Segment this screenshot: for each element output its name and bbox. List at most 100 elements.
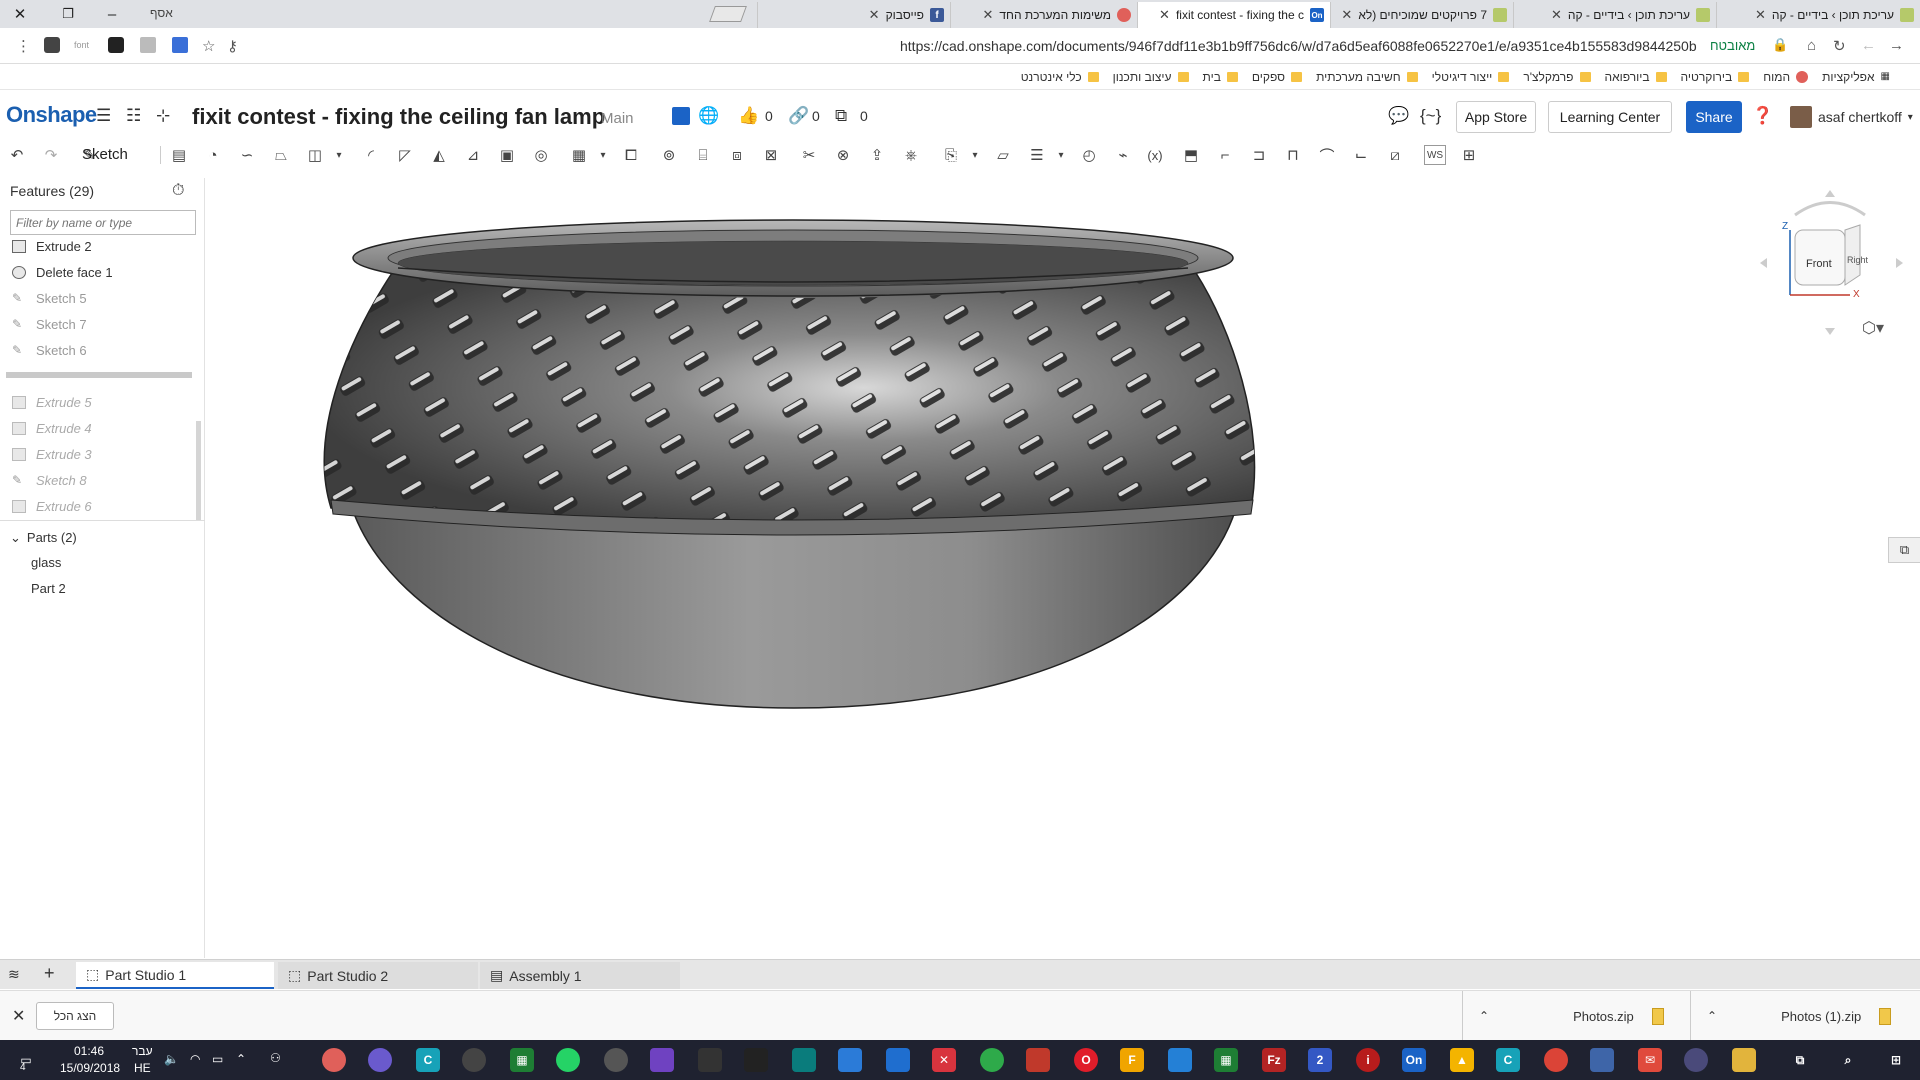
gmail-icon[interactable]: ✉ — [1638, 1048, 1662, 1072]
people-icon[interactable]: ⚇ — [270, 1051, 281, 1065]
mirror-icon[interactable]: ⧠ — [620, 145, 642, 165]
clock-date[interactable]: 15/09/2018 — [60, 1061, 120, 1075]
app-icon[interactable] — [604, 1048, 628, 1072]
bookmark-folder[interactable]: בירוקרטיה — [1681, 70, 1750, 84]
undo-icon[interactable]: ↶ — [6, 145, 28, 165]
forward-icon[interactable]: ← — [1861, 37, 1876, 54]
insert-icon[interactable]: ⊹ — [156, 106, 170, 126]
variable-icon[interactable]: (x) — [1144, 145, 1166, 165]
inkscape-icon[interactable] — [744, 1048, 768, 1072]
browser-tab[interactable]: משימות המערכת החד ✕ — [950, 2, 1137, 28]
feature-filter-input[interactable] — [10, 210, 196, 235]
app-icon[interactable] — [1590, 1048, 1614, 1072]
wifi-icon[interactable]: ◠ — [190, 1052, 200, 1066]
view-options-icon[interactable]: ⬡▾ — [1862, 318, 1884, 338]
help-icon[interactable]: ❓ — [1752, 106, 1773, 126]
chevron-down-icon[interactable]: ▾ — [1050, 145, 1072, 165]
learning-icon[interactable] — [672, 107, 690, 125]
chevron-down-icon[interactable]: ▾ — [964, 145, 986, 165]
tab-close-icon[interactable]: ✕ — [982, 7, 993, 23]
delete-face-icon[interactable]: ⊗ — [832, 145, 854, 165]
language-bottom[interactable]: HE — [134, 1061, 151, 1075]
app-icon[interactable] — [792, 1048, 816, 1072]
rollback-bar[interactable] — [6, 372, 192, 378]
app-icon[interactable] — [1684, 1048, 1708, 1072]
browser-tab[interactable]: עריכת תוכן › בידיים - קה ✕ — [1513, 2, 1716, 28]
tab-close-icon[interactable]: ✕ — [1551, 7, 1562, 23]
chrome-icon[interactable] — [1544, 1048, 1568, 1072]
redo-icon[interactable]: ↷ — [40, 145, 62, 165]
search-icon[interactable]: ⌕ — [1836, 1048, 1860, 1072]
add-custom-feature-icon[interactable]: ⊞ — [1458, 145, 1480, 165]
view-cube[interactable]: Front Right Z X — [1755, 185, 1905, 335]
onshape-icon[interactable]: On — [1402, 1048, 1426, 1072]
offset-surface-icon[interactable]: ⎘ — [940, 145, 962, 165]
file-explorer-icon[interactable] — [1732, 1048, 1756, 1072]
appearance-panel-icon[interactable]: ⧉ — [1888, 537, 1920, 563]
home-icon[interactable]: ⌂ — [1807, 37, 1816, 54]
new-tab-button[interactable] — [709, 6, 747, 22]
feature-item[interactable]: ✎ Sketch 7 — [12, 313, 87, 335]
tab-close-icon[interactable]: ✕ — [1341, 7, 1352, 23]
learning-center-button[interactable]: Learning Center — [1548, 101, 1672, 133]
parts-header[interactable]: ⌄ Parts (2) — [10, 530, 77, 546]
extension-icon[interactable] — [140, 37, 156, 53]
restore-window-icon[interactable]: ❐ — [48, 0, 88, 28]
features-header[interactable]: Features (29) — [10, 183, 94, 199]
tab-manager-icon[interactable]: ≋ — [8, 966, 20, 983]
secure-label[interactable]: מאובטח — [1710, 38, 1755, 53]
feature-item[interactable]: Delete face 1 — [12, 261, 113, 283]
sweep-icon[interactable]: ∽ — [236, 145, 258, 165]
feature-item-suppressed[interactable]: Extrude 5 — [12, 391, 92, 413]
graphics-viewport[interactable] — [206, 178, 1920, 958]
sheet-metal-icon[interactable]: ⬒ — [1180, 145, 1202, 165]
like-icon[interactable]: 👍 — [738, 106, 759, 126]
mate-connector-icon[interactable]: ☰ — [1026, 145, 1048, 165]
chevron-down-icon[interactable]: ▾ — [328, 145, 350, 165]
feature-list-scrollbar[interactable] — [196, 421, 201, 521]
c-app-icon[interactable]: C — [1496, 1048, 1520, 1072]
sketch-button[interactable]: Sketch — [82, 146, 128, 163]
link-icon[interactable]: 🔗 — [788, 106, 809, 126]
transform-icon[interactable]: ⧈ — [726, 145, 748, 165]
chamfer-icon[interactable]: ◸ — [394, 145, 416, 165]
tab-part-studio-1[interactable]: ⬚ Part Studio 1 — [76, 962, 274, 989]
battery-icon[interactable]: ▭ — [212, 1052, 223, 1066]
rib-icon[interactable]: ⊿ — [462, 145, 484, 165]
minimize-window-icon[interactable]: – — [92, 0, 132, 28]
thicken-icon[interactable]: ◫ — [304, 145, 326, 165]
document-title[interactable]: fixit contest - fixing the ceiling fan l… — [192, 104, 605, 130]
bookmark-folder[interactable]: כלי אינטרנט — [1021, 70, 1099, 84]
feature-item-suppressed[interactable]: Extrude 3 — [12, 443, 92, 465]
copy-icon[interactable]: ⧉ — [835, 106, 847, 126]
close-window-icon[interactable]: ✕ — [0, 0, 40, 28]
form-icon[interactable]: ⌙ — [1350, 145, 1372, 165]
sheets-icon[interactable]: ▦ — [510, 1048, 534, 1072]
fillet-icon[interactable]: ◜ — [360, 145, 382, 165]
feature-item-suppressed[interactable]: Extrude 6 — [12, 495, 92, 517]
chevron-down-icon[interactable]: ▾ — [592, 145, 614, 165]
action-center-icon[interactable]: ▭ — [14, 1048, 38, 1072]
app-icon[interactable]: F — [1120, 1048, 1144, 1072]
app-icon[interactable] — [368, 1048, 392, 1072]
delete-part-icon[interactable]: ⊠ — [760, 145, 782, 165]
c-app-icon[interactable]: C — [416, 1048, 440, 1072]
bookmark-apps[interactable]: ▦ אפליקציות — [1822, 70, 1890, 84]
browser-profile-name[interactable]: אסף — [150, 6, 173, 20]
browser-tab-active[interactable]: On fixit contest - fixing the c ✕ — [1137, 2, 1330, 28]
app-store-button[interactable]: App Store — [1456, 101, 1536, 133]
public-globe-icon[interactable]: 🌐 — [698, 106, 719, 126]
split-icon[interactable]: ⌸ — [692, 145, 714, 165]
browser-tab[interactable]: עריכת תוכן › בידיים - קה ✕ — [1716, 2, 1920, 28]
font-extension-icon[interactable]: font — [74, 40, 89, 50]
featurescript-ws-icon[interactable]: WS — [1424, 145, 1446, 165]
app-icon[interactable]: 2 — [1308, 1048, 1332, 1072]
language-top[interactable]: עבר — [132, 1044, 153, 1058]
revolve-icon[interactable]: ◔ — [202, 145, 224, 165]
display-icon[interactable] — [838, 1048, 862, 1072]
bookmark-folder[interactable]: פרמקלצ'ר — [1523, 70, 1591, 84]
bookmark-folder[interactable]: ייצור דיגיטלי — [1432, 70, 1510, 84]
tab-icon[interactable]: ⊓ — [1282, 145, 1304, 165]
url-field[interactable]: https://cad.onshape.com/documents/946f7d… — [900, 38, 1697, 54]
boolean-icon[interactable]: ⊚ — [658, 145, 680, 165]
